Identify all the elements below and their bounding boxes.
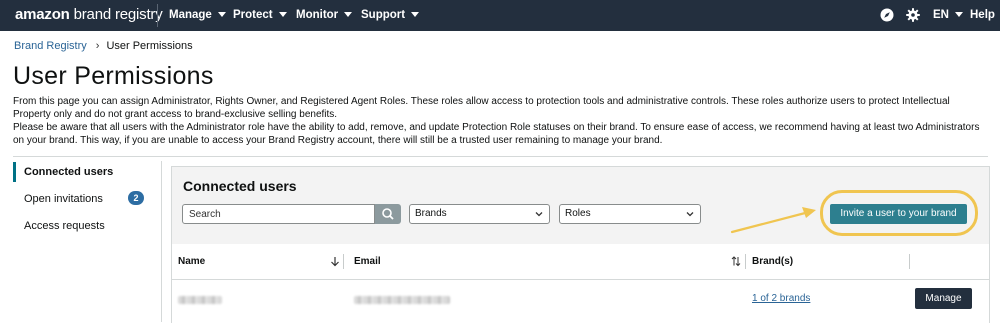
- language-label: EN: [933, 9, 949, 21]
- description-paragraph: From this page you can assign Administra…: [13, 96, 950, 120]
- column-divider: [745, 254, 746, 269]
- nav-menu-label: Manage: [169, 9, 212, 21]
- top-nav-bar: amazon brand registry Manage Protect Mon…: [0, 0, 1000, 31]
- sidebar-item-connected-users[interactable]: Connected users: [13, 161, 161, 188]
- chevron-down-icon: [278, 12, 287, 18]
- breadcrumb-home-link[interactable]: Brand Registry: [14, 40, 87, 52]
- column-header-name[interactable]: Name: [178, 244, 205, 279]
- sidebar-item-open-invitations[interactable]: Open invitations 2: [13, 188, 161, 215]
- nav-divider: [157, 4, 158, 27]
- brand-logo-amazon: amazon: [15, 6, 70, 23]
- column-divider: [343, 254, 344, 269]
- chevron-down-icon: [344, 12, 353, 18]
- page-title: User Permissions: [13, 62, 214, 90]
- description-paragraph: Please be aware that all users with the …: [13, 122, 980, 146]
- brand-logo-text: brand registry: [69, 6, 163, 23]
- nav-menu-label: Monitor: [296, 9, 339, 21]
- sidebar-divider: [161, 161, 162, 322]
- sidebar-item-label: Connected users: [24, 166, 114, 178]
- sort-toggle-icon[interactable]: [731, 256, 741, 267]
- chevron-down-icon: [217, 12, 226, 18]
- nav-menu-protect[interactable]: Protect: [233, 0, 287, 31]
- page-description: From this page you can assign Administra…: [13, 95, 988, 147]
- nav-menu-support[interactable]: Support: [361, 0, 420, 31]
- count-badge: 2: [128, 191, 144, 205]
- nav-menu-label: Support: [361, 9, 406, 21]
- nav-menu-manage[interactable]: Manage: [169, 0, 226, 31]
- nav-menu-label: Protect: [233, 9, 273, 21]
- column-divider: [909, 254, 910, 269]
- table-header: Name Email Brand(s): [172, 244, 989, 280]
- chevron-down-icon: [411, 12, 420, 18]
- sidebar-item-label: Access requests: [24, 220, 105, 232]
- panel-header: Connected users Brands Roles Invite a us…: [172, 167, 989, 244]
- sidebar: Connected users Open invitations 2 Access…: [13, 161, 161, 242]
- nav-menu-monitor[interactable]: Monitor: [296, 0, 353, 31]
- sidebar-item-access-requests[interactable]: Access requests: [13, 215, 161, 242]
- gear-icon[interactable]: [906, 8, 920, 22]
- connected-users-panel: Connected users Brands Roles Invite a us…: [171, 166, 990, 323]
- chevron-down-icon: [954, 12, 963, 18]
- language-selector[interactable]: EN: [933, 0, 963, 31]
- compass-icon[interactable]: [880, 8, 894, 22]
- brand-logo[interactable]: amazon brand registry: [15, 6, 163, 23]
- sidebar-item-label: Open invitations: [24, 193, 103, 205]
- help-label: Help: [970, 9, 995, 21]
- redacted-email: [354, 296, 450, 304]
- help-link[interactable]: Help: [970, 0, 995, 31]
- sort-arrow-down-icon[interactable]: [330, 256, 340, 267]
- manage-button[interactable]: Manage: [915, 288, 972, 309]
- breadcrumb: Brand Registry › User Permissions: [14, 40, 193, 52]
- column-header-email[interactable]: Email: [354, 244, 381, 279]
- breadcrumb-current: User Permissions: [106, 40, 193, 52]
- section-divider: [13, 156, 988, 157]
- column-header-brands: Brand(s): [752, 256, 794, 267]
- invite-user-button[interactable]: Invite a user to your brand: [830, 204, 967, 224]
- redacted-name: [178, 296, 222, 304]
- table-row: 1 of 2 brands Manage: [172, 280, 989, 320]
- brands-count-link[interactable]: 1 of 2 brands: [752, 293, 810, 304]
- chevron-right-icon: ›: [95, 40, 100, 52]
